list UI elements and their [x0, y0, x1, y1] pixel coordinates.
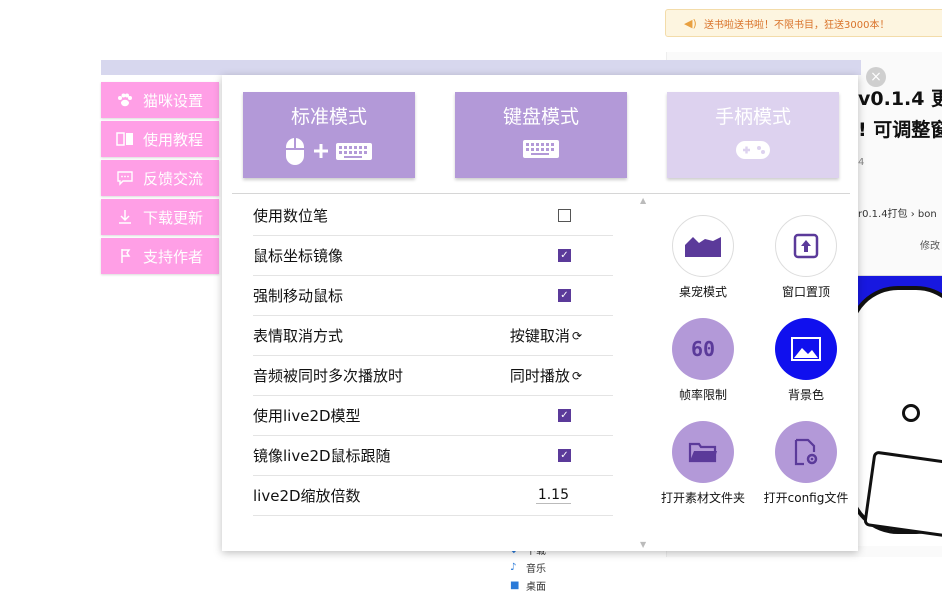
- fps-value: 60: [690, 337, 716, 361]
- tool-label: 帧率限制: [678, 388, 727, 402]
- sidebar-item-download-update[interactable]: 下载更新: [101, 199, 219, 235]
- sidebar-item-tutorial[interactable]: 使用教程: [101, 121, 219, 157]
- setting-label: 使用数位笔: [253, 207, 329, 225]
- paw-icon: [115, 93, 135, 107]
- pin-top-icon: [775, 215, 837, 277]
- download-icon: [115, 209, 135, 225]
- setting-value: 按键取消: [509, 327, 570, 345]
- file-item-music[interactable]: ♪ 音乐: [484, 558, 624, 576]
- setting-label: live2D缩放倍数: [253, 487, 361, 505]
- folder-icon: [672, 421, 734, 483]
- background-cat-image: [858, 275, 942, 546]
- mode-keyboard-button[interactable]: 键盘模式: [455, 92, 627, 178]
- setting-label: 音频被同时多次播放时: [253, 367, 404, 385]
- background-color-icon: [775, 318, 837, 380]
- setting-label: 强制移动鼠标: [253, 287, 344, 305]
- background-title-line1: v0.1.4 更新: [858, 88, 942, 110]
- sidebar: 猫咪设置 使用教程 反馈交流 下载更新 支持作者: [101, 82, 219, 277]
- live2d-mirror-checkbox[interactable]: ✓: [558, 449, 571, 462]
- sidebar-item-support-author[interactable]: 支持作者: [101, 238, 219, 274]
- background-small-number: 4: [858, 157, 865, 168]
- scroll-down-arrow[interactable]: ▼: [640, 540, 649, 549]
- setting-row-digital-pen[interactable]: 使用数位笔: [253, 196, 613, 236]
- settings-list: 使用数位笔 鼠标坐标镜像 ✓ 强制移动鼠标 ✓ 表情取消方式 按键取消 ⟳ 音频…: [253, 196, 613, 516]
- promo-notice-text: 送书啦送书啦！不限书目，狂送3000本！: [704, 19, 890, 31]
- open-assets-folder-button[interactable]: 打开素材文件夹: [648, 421, 758, 506]
- file-item-desktop[interactable]: ■ 桌面: [484, 576, 624, 594]
- mode-label: 标准模式: [290, 106, 367, 128]
- digital-pen-checkbox[interactable]: [558, 209, 571, 222]
- gamepad-icon: [667, 137, 839, 163]
- tool-label: 桌宠模式: [678, 285, 727, 299]
- keyboard-icon: [455, 137, 627, 161]
- expression-cancel-selector[interactable]: 按键取消 ⟳: [510, 325, 582, 346]
- sidebar-item-cat-settings[interactable]: 猫咪设置: [101, 82, 219, 118]
- setting-row-live2d-scale[interactable]: live2D缩放倍数 1.15: [253, 476, 613, 516]
- tool-label: 打开config文件: [763, 491, 849, 505]
- setting-row-mouse-mirror[interactable]: 鼠标坐标镜像 ✓: [253, 236, 613, 276]
- sidebar-item-feedback[interactable]: 反馈交流: [101, 160, 219, 196]
- sidebar-item-label: 猫咪设置: [143, 91, 204, 110]
- setting-label: 表情取消方式: [253, 327, 344, 345]
- open-config-file-button[interactable]: 打开config文件: [751, 421, 861, 506]
- setting-row-expression-cancel[interactable]: 表情取消方式 按键取消 ⟳: [253, 316, 613, 356]
- mode-gamepad-button[interactable]: 手柄模式: [667, 92, 839, 178]
- background-path: r0.1.4打包 › bon: [858, 209, 937, 220]
- setting-label: 镜像live2D鼠标跟随: [253, 447, 391, 465]
- desk-pet-mode-button[interactable]: 桌宠模式: [648, 215, 758, 300]
- mode-label: 键盘模式: [502, 106, 579, 128]
- cycle-icon: ⟳: [571, 368, 582, 383]
- setting-label: 使用live2D模型: [253, 407, 361, 425]
- force-move-mouse-checkbox[interactable]: ✓: [558, 289, 571, 302]
- mode-standard-button[interactable]: 标准模式: [243, 92, 415, 178]
- tool-label: 窗口置顶: [781, 285, 830, 299]
- setting-row-live2d-mirror[interactable]: 镜像live2D鼠标跟随 ✓: [253, 436, 613, 476]
- sidebar-item-label: 使用教程: [143, 130, 204, 149]
- speaker-icon: ◀): [684, 16, 697, 30]
- window-on-top-button[interactable]: 窗口置顶: [751, 215, 861, 300]
- setting-value: 同时播放: [509, 367, 570, 385]
- background-column-header: 修改: [920, 241, 940, 252]
- mouse-keyboard-icon: [243, 137, 415, 167]
- setting-row-force-move-mouse[interactable]: 强制移动鼠标 ✓: [253, 276, 613, 316]
- settings-panel: 标准模式 键盘模式 手柄模式 使用数位笔 鼠标坐标镜像 ✓ 强制移动鼠标 ✓ 表…: [222, 75, 858, 551]
- setting-row-audio-overlap[interactable]: 音频被同时多次播放时 同时播放 ⟳: [253, 356, 613, 396]
- desk-pet-icon: [672, 215, 734, 277]
- tool-label: 背景色: [787, 388, 824, 402]
- flag-icon: [115, 248, 135, 264]
- background-title-line2: ! 可调整窗: [858, 119, 942, 141]
- scroll-up-arrow[interactable]: ▲: [640, 196, 649, 205]
- tool-label: 打开素材文件夹: [660, 491, 745, 505]
- fps-icon: 60: [672, 318, 734, 380]
- divider: [232, 193, 850, 194]
- book-icon: [115, 132, 135, 146]
- mouse-mirror-checkbox[interactable]: ✓: [558, 249, 571, 262]
- background-color-button[interactable]: 背景色: [751, 318, 861, 403]
- promo-notice[interactable]: ◀) 送书啦送书啦！不限书目，狂送3000本！: [665, 9, 942, 37]
- sidebar-item-label: 支持作者: [143, 247, 204, 266]
- chat-icon: [115, 170, 135, 186]
- background-title-strip: [101, 60, 861, 75]
- fps-limit-button[interactable]: 60 帧率限制: [648, 318, 758, 403]
- setting-label: 鼠标坐标镜像: [253, 247, 344, 265]
- setting-row-use-live2d[interactable]: 使用live2D模型 ✓: [253, 396, 613, 436]
- use-live2d-checkbox[interactable]: ✓: [558, 409, 571, 422]
- live2d-scale-input[interactable]: 1.15: [535, 487, 571, 504]
- audio-overlap-selector[interactable]: 同时播放 ⟳: [510, 365, 582, 386]
- mode-label: 手柄模式: [714, 106, 791, 128]
- sidebar-item-label: 反馈交流: [143, 169, 204, 188]
- sidebar-item-label: 下载更新: [143, 208, 204, 227]
- cycle-icon: ⟳: [571, 328, 582, 343]
- config-file-icon: [775, 421, 837, 483]
